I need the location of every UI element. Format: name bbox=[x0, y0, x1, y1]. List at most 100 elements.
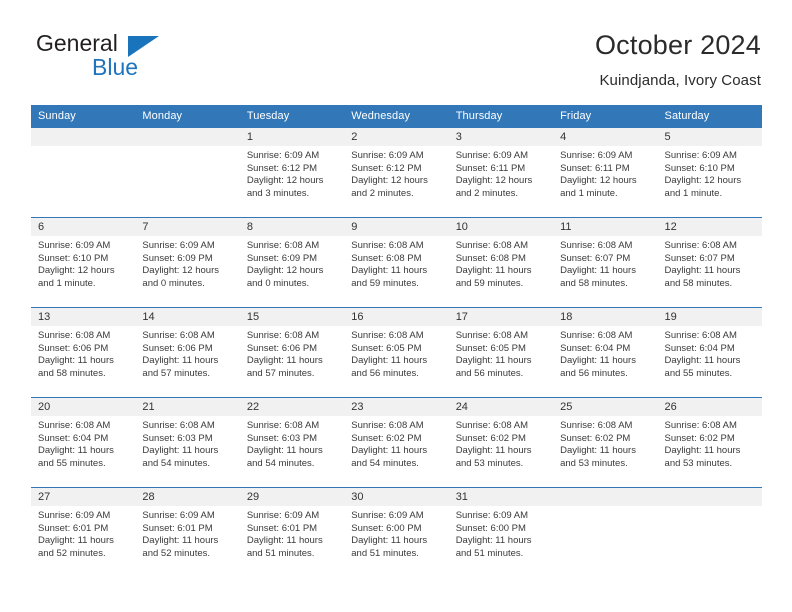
sunrise-text: Sunrise: 6:08 AM bbox=[455, 420, 529, 431]
daylight-text-line1: Daylight: 11 hours bbox=[664, 355, 741, 367]
daylight-text-line1: Daylight: 11 hours bbox=[246, 445, 323, 457]
sunset-text: Sunset: 6:02 PM bbox=[455, 432, 526, 444]
calendar-week-row: 20 Sunrise: 6:08 AM Sunset: 6:04 PM Dayligh… bbox=[31, 397, 762, 488]
daylight-text-line2: and 0 minutes. bbox=[246, 277, 310, 289]
calendar-day-cell[interactable]: 19 Sunrise: 6:08 AM Sunset: 6:04 PM Dayligh… bbox=[657, 307, 762, 398]
sunset-text: Sunset: 6:02 PM bbox=[351, 432, 422, 444]
calendar-day-cell[interactable]: 21 Sunrise: 6:08 AM Sunset: 6:03 PM Dayligh… bbox=[135, 397, 240, 488]
day-details: Sunrise: 6:08 AM Sunset: 6:07 PM Daylight:… bbox=[658, 236, 762, 290]
daylight-text-line1: Daylight: 11 hours bbox=[38, 355, 114, 367]
day-details: Sunrise: 6:09 AM Sunset: 6:01 PM Daylight:… bbox=[135, 506, 239, 560]
daylight-text-line1: Daylight: 11 hours bbox=[142, 355, 219, 367]
sunset-text: Sunset: 6:10 PM bbox=[664, 162, 735, 174]
calendar-day-cell[interactable]: 24 Sunrise: 6:08 AM Sunset: 6:02 PM Dayligh… bbox=[448, 397, 554, 488]
day-details: Sunrise: 6:08 AM Sunset: 6:02 PM Daylight:… bbox=[658, 416, 762, 470]
sunset-text: Sunset: 6:06 PM bbox=[246, 342, 318, 354]
day-number: 29 bbox=[239, 488, 345, 506]
day-details: Sunrise: 6:08 AM Sunset: 6:02 PM Daylight:… bbox=[553, 416, 657, 470]
daylight-text-line2: and 3 minutes. bbox=[246, 187, 310, 199]
daylight-text-line1: Daylight: 11 hours bbox=[664, 265, 741, 277]
calendar-day-cell[interactable]: 3 Sunrise: 6:09 AM Sunset: 6:11 PM Daylight… bbox=[448, 127, 554, 218]
sunrise-text: Sunrise: 6:09 AM bbox=[142, 510, 215, 521]
calendar-day-cell[interactable]: 11 Sunrise: 6:08 AM Sunset: 6:07 PM Dayligh… bbox=[553, 217, 658, 308]
calendar-day-cell[interactable]: 23 Sunrise: 6:08 AM Sunset: 6:02 PM Dayligh… bbox=[344, 397, 449, 488]
calendar-table: Sunday Monday Tuesday Wednesday Thursday Frid… bbox=[31, 105, 762, 578]
day-details: Sunrise: 6:09 AM Sunset: 6:00 PM Daylight:… bbox=[344, 506, 448, 560]
page-subtitle-location: Kuindjanda, Ivory Coast bbox=[599, 72, 761, 89]
calendar-day-cell[interactable]: 27 Sunrise: 6:09 AM Sunset: 6:01 PM Dayligh… bbox=[31, 487, 136, 578]
daylight-text-line2: and 53 minutes. bbox=[560, 457, 628, 469]
calendar-day-cell[interactable]: 22 Sunrise: 6:08 AM Sunset: 6:03 PM Dayligh… bbox=[239, 397, 345, 488]
sunset-text: Sunset: 6:03 PM bbox=[246, 432, 318, 444]
day-number: 12 bbox=[657, 218, 762, 236]
daylight-text-line1: Daylight: 11 hours bbox=[455, 265, 532, 277]
calendar-day-cell-empty bbox=[553, 487, 658, 578]
sunrise-text: Sunrise: 6:08 AM bbox=[38, 330, 111, 341]
day-number: 22 bbox=[239, 398, 345, 416]
calendar-day-cell[interactable]: 6 Sunrise: 6:09 AM Sunset: 6:10 PM Daylight… bbox=[31, 217, 136, 308]
day-number: 26 bbox=[657, 398, 762, 416]
day-number: 10 bbox=[448, 218, 554, 236]
calendar-day-cell[interactable]: 30 Sunrise: 6:09 AM Sunset: 6:00 PM Dayligh… bbox=[344, 487, 449, 578]
calendar-day-cell[interactable]: 18 Sunrise: 6:08 AM Sunset: 6:04 PM Dayligh… bbox=[553, 307, 658, 398]
day-details: Sunrise: 6:09 AM Sunset: 6:01 PM Daylight:… bbox=[31, 506, 135, 560]
day-details: Sunrise: 6:08 AM Sunset: 6:02 PM Daylight:… bbox=[449, 416, 553, 470]
day-details: Sunrise: 6:09 AM Sunset: 6:12 PM Daylight:… bbox=[240, 146, 344, 200]
brand-name-blue: Blue bbox=[92, 54, 139, 80]
sunset-text: Sunset: 6:04 PM bbox=[38, 432, 109, 444]
sunrise-text: Sunrise: 6:09 AM bbox=[38, 240, 111, 251]
calendar-day-cell[interactable]: 12 Sunrise: 6:08 AM Sunset: 6:07 PM Dayligh… bbox=[657, 217, 762, 308]
day-number: 30 bbox=[344, 488, 449, 506]
calendar-day-cell[interactable]: 15 Sunrise: 6:08 AM Sunset: 6:06 PM Dayligh… bbox=[239, 307, 345, 398]
day-number: 28 bbox=[135, 488, 240, 506]
day-number bbox=[657, 488, 762, 506]
daylight-text-line1: Daylight: 11 hours bbox=[142, 535, 219, 547]
daylight-text-line1: Daylight: 11 hours bbox=[664, 445, 741, 457]
weekday-header-tuesday: Tuesday bbox=[239, 105, 345, 128]
day-number: 25 bbox=[553, 398, 658, 416]
daylight-text-line1: Daylight: 12 hours bbox=[246, 265, 324, 277]
calendar-day-cell[interactable]: 16 Sunrise: 6:08 AM Sunset: 6:05 PM Dayligh… bbox=[344, 307, 449, 398]
daylight-text-line1: Daylight: 12 hours bbox=[664, 175, 742, 187]
calendar-day-cell[interactable]: 9 Sunrise: 6:08 AM Sunset: 6:08 PM Daylight… bbox=[344, 217, 449, 308]
calendar-day-cell[interactable]: 13 Sunrise: 6:08 AM Sunset: 6:06 PM Dayligh… bbox=[31, 307, 136, 398]
calendar-day-cell[interactable]: 20 Sunrise: 6:08 AM Sunset: 6:04 PM Dayligh… bbox=[31, 397, 136, 488]
brand-logo[interactable]: General Blue bbox=[31, 28, 251, 88]
daylight-text-line2: and 57 minutes. bbox=[142, 367, 211, 379]
calendar-day-cell[interactable]: 25 Sunrise: 6:08 AM Sunset: 6:02 PM Dayligh… bbox=[553, 397, 658, 488]
day-number: 13 bbox=[31, 308, 136, 326]
sunset-text: Sunset: 6:02 PM bbox=[664, 432, 735, 444]
sunrise-text: Sunrise: 6:09 AM bbox=[38, 510, 111, 521]
calendar-day-cell[interactable]: 5 Sunrise: 6:09 AM Sunset: 6:10 PM Daylight… bbox=[657, 127, 762, 218]
calendar-day-cell[interactable]: 4 Sunrise: 6:09 AM Sunset: 6:11 PM Daylight… bbox=[553, 127, 658, 218]
calendar-day-cell[interactable]: 2 Sunrise: 6:09 AM Sunset: 6:12 PM Daylight… bbox=[344, 127, 449, 218]
calendar-day-cell[interactable]: 1 Sunrise: 6:09 AM Sunset: 6:12 PM Daylight… bbox=[239, 127, 345, 218]
sunset-text: Sunset: 6:10 PM bbox=[38, 252, 109, 264]
daylight-text-line1: Daylight: 12 hours bbox=[351, 175, 428, 187]
calendar-day-cell[interactable]: 26 Sunrise: 6:08 AM Sunset: 6:02 PM Dayligh… bbox=[657, 397, 762, 488]
calendar-day-cell[interactable]: 17 Sunrise: 6:08 AM Sunset: 6:05 PM Dayligh… bbox=[448, 307, 554, 398]
calendar-day-cell[interactable]: 31 Sunrise: 6:09 AM Sunset: 6:00 PM Dayligh… bbox=[448, 487, 554, 578]
calendar-day-cell[interactable]: 14 Sunrise: 6:08 AM Sunset: 6:06 PM Dayligh… bbox=[135, 307, 240, 398]
sunset-text: Sunset: 6:11 PM bbox=[560, 162, 630, 174]
sunrise-text: Sunrise: 6:08 AM bbox=[142, 330, 215, 341]
sunrise-text: Sunrise: 6:09 AM bbox=[560, 150, 633, 161]
calendar-day-cell[interactable]: 10 Sunrise: 6:08 AM Sunset: 6:08 PM Dayligh… bbox=[448, 217, 554, 308]
sunset-text: Sunset: 6:06 PM bbox=[142, 342, 213, 354]
daylight-text-line1: Daylight: 11 hours bbox=[351, 445, 428, 457]
sunset-text: Sunset: 6:04 PM bbox=[664, 342, 735, 354]
day-number: 5 bbox=[657, 128, 762, 146]
day-number: 11 bbox=[553, 218, 658, 236]
weekday-header-wednesday: Wednesday bbox=[344, 105, 449, 128]
sunrise-text: Sunrise: 6:09 AM bbox=[351, 150, 424, 161]
calendar-day-cell[interactable]: 28 Sunrise: 6:09 AM Sunset: 6:01 PM Dayligh… bbox=[135, 487, 240, 578]
sunrise-text: Sunrise: 6:08 AM bbox=[246, 420, 320, 431]
calendar-day-cell[interactable]: 8 Sunrise: 6:08 AM Sunset: 6:09 PM Daylight… bbox=[239, 217, 345, 308]
calendar-day-cell[interactable]: 7 Sunrise: 6:09 AM Sunset: 6:09 PM Daylight… bbox=[135, 217, 240, 308]
sunset-text: Sunset: 6:01 PM bbox=[38, 522, 109, 534]
day-number bbox=[553, 488, 658, 506]
calendar-day-cell[interactable]: 29 Sunrise: 6:09 AM Sunset: 6:01 PM Dayligh… bbox=[239, 487, 345, 578]
calendar-body: 1 Sunrise: 6:09 AM Sunset: 6:12 PM Daylight… bbox=[31, 127, 762, 578]
sunset-text: Sunset: 6:01 PM bbox=[246, 522, 318, 534]
day-details: Sunrise: 6:09 AM Sunset: 6:01 PM Daylight:… bbox=[240, 506, 344, 560]
